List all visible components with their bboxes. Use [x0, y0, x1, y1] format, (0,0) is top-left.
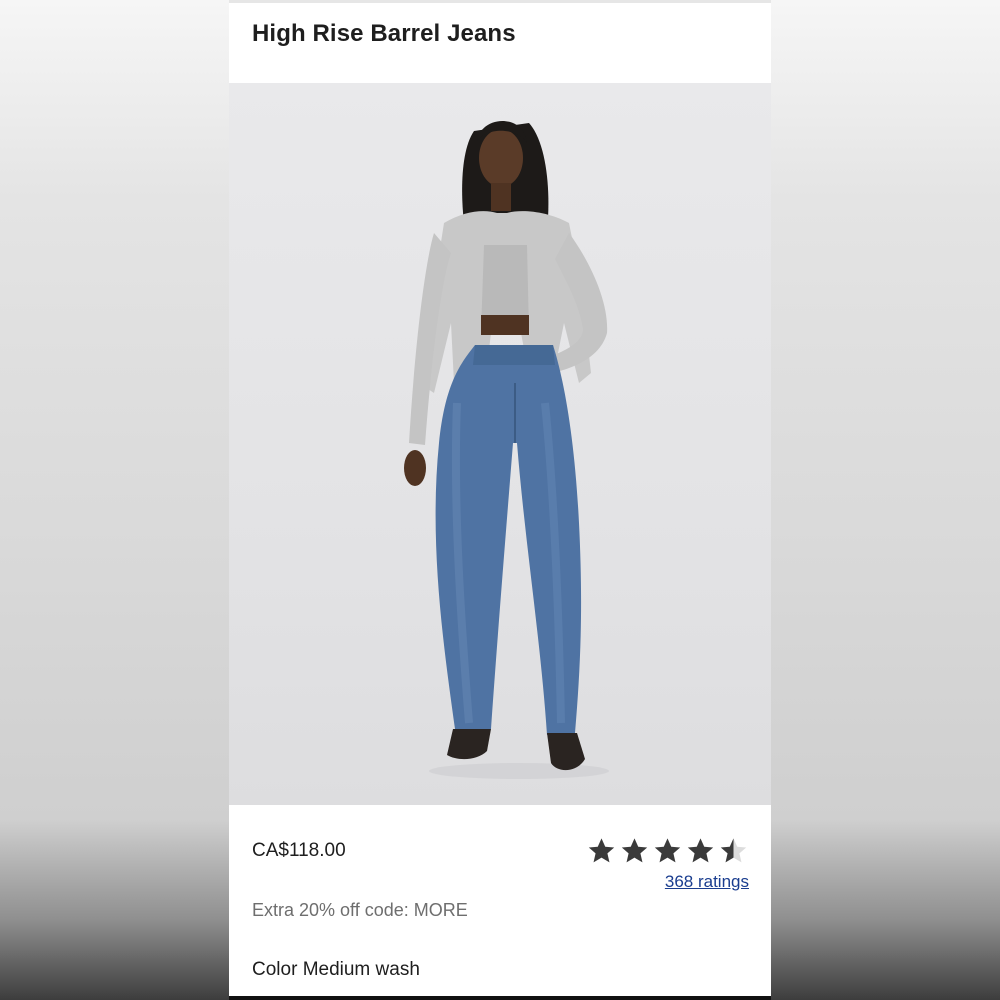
product-price: CA$118.00 — [252, 840, 346, 861]
color-value: Medium wash — [302, 959, 420, 980]
rating-stars[interactable] — [587, 836, 748, 868]
promo-text: Extra 20% off code: MORE — [252, 900, 468, 920]
product-image — [404, 121, 609, 779]
star-half-icon — [720, 838, 747, 863]
background-blur-right — [771, 0, 1000, 1000]
star-full-icon — [687, 838, 714, 863]
background-blur-left — [0, 0, 229, 1000]
bottom-bar — [229, 996, 771, 1000]
star-full-icon — [621, 838, 648, 863]
product-image-carousel[interactable] — [229, 83, 771, 805]
product-title: High Rise Barrel Jeans — [252, 20, 516, 47]
star-full-icon — [654, 838, 681, 863]
top-divider — [229, 0, 771, 3]
color-label: Color — [252, 959, 298, 980]
ratings-link[interactable]: 368 ratings — [665, 872, 749, 892]
star-full-icon — [588, 838, 615, 863]
product-page: High Rise Barrel Jeans CA$118.00 368 rat… — [229, 0, 771, 1000]
color-selector-label: Color Medium wash — [252, 959, 420, 981]
